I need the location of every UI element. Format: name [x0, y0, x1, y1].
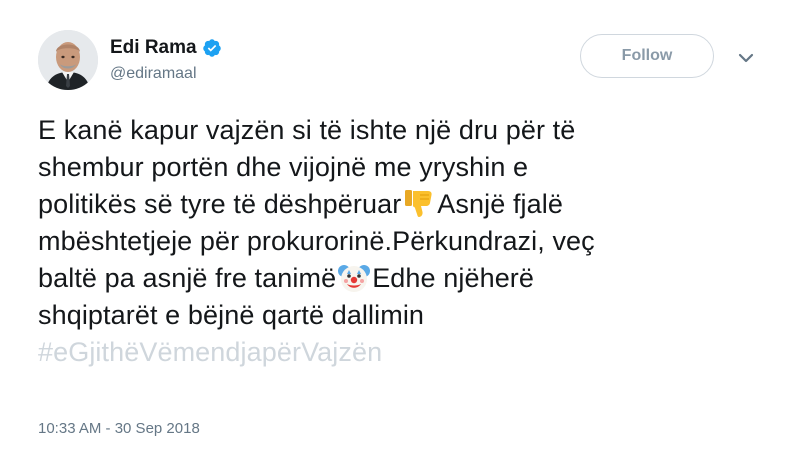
avatar[interactable] — [38, 30, 98, 90]
follow-button[interactable]: Follow — [580, 34, 714, 78]
handle[interactable]: @ediramaal — [110, 65, 222, 83]
thumbs-down-icon — [402, 186, 436, 220]
tweet-line-text: politikës së tyre të dëshpëruar — [38, 189, 402, 219]
tweet-header: Edi Rama @ediramaal Follow — [38, 30, 778, 90]
hashtag-link[interactable]: #eGjithëVëmendjapërVajzën — [38, 337, 382, 367]
display-name[interactable]: Edi Rama — [110, 37, 197, 59]
chevron-down-icon[interactable] — [738, 52, 754, 64]
tweet-line: mbështetjeje për prokurorinë.Përkundrazi… — [38, 226, 595, 256]
tweet-line: shembur portën dhe vijojnë me yryshin e — [38, 152, 529, 182]
tweet-line: #eGjithëVëmendjapërVajzën — [38, 334, 768, 371]
tweet-text: E kanë kapur vajzën si të ishte një dru … — [38, 112, 768, 371]
clown-face-icon — [337, 260, 371, 294]
tweet-line-text: baltë pa asnjë fre tanimë — [38, 263, 337, 293]
tweet-timestamp[interactable]: 10:33 AM - 30 Sep 2018 — [38, 420, 200, 437]
display-name-row: Edi Rama — [110, 36, 222, 60]
tweet-line: shqiptarët e bëjnë qartë dallimin — [38, 300, 425, 330]
verified-badge-icon — [202, 38, 222, 58]
tweet-line: politikës së tyre të dëshpëruar Asnjë fj… — [38, 186, 768, 223]
author-block: Edi Rama @ediramaal — [110, 36, 222, 83]
tweet-line: baltë pa asnjë fre tanimë Edhe njëherë — [38, 260, 768, 297]
tweet-line-text: Asnjë fjalë — [437, 189, 563, 219]
tweet-line: E kanë kapur vajzën si të ishte një dru … — [38, 115, 576, 145]
tweet-line-text: Edhe njëherë — [372, 263, 535, 293]
avatar-image — [38, 30, 98, 90]
